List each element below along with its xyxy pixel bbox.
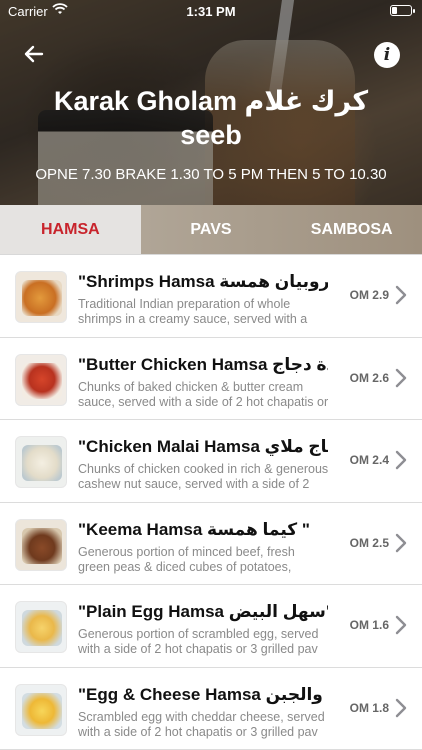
battery-icon xyxy=(390,5,415,16)
chevron-right-icon xyxy=(395,368,407,387)
tab-hamsa[interactable]: HAMSA xyxy=(0,205,141,255)
dish-thumbnail xyxy=(15,601,67,653)
clock: 1:31 PM xyxy=(186,4,236,19)
menu-item-butter-chicken-hamsa[interactable]: "Butter Chicken Hamsa زبدة دجاج" Chunks … xyxy=(0,337,422,420)
item-price: OM 1.8 xyxy=(349,700,389,715)
opening-hours: OPNE 7.30 BRAKE 1.30 TO 5 PM THEN 5 TO 1… xyxy=(35,166,387,183)
chevron-right-icon xyxy=(395,285,407,305)
dish-thumbnail xyxy=(15,683,67,736)
item-price: OM 1.6 xyxy=(349,618,389,632)
tab-label: HAMSA xyxy=(41,221,100,238)
back-button[interactable] xyxy=(20,40,48,68)
item-description: Scrambled egg with cheddar cheese, serve… xyxy=(78,709,325,739)
menu-list: "Shrimps Hamsa روبيان همسة" Traditional … xyxy=(0,255,422,750)
info-icon: i xyxy=(383,45,391,65)
item-name: "Shrimps Hamsa روبيان همسة" xyxy=(78,272,328,291)
chevron-right-icon xyxy=(395,615,407,635)
menu-item-chicken-malai-hamsa[interactable]: "Chicken Malai Hamsa دجاج ملاي" Chunks o… xyxy=(0,420,422,503)
status-bar: Carrier 1:31 PM xyxy=(0,0,422,22)
item-name: "Plain Egg Hamsa سهل البيض" xyxy=(78,602,328,621)
item-name: "Keema Hamsa كيما همسة " xyxy=(78,519,310,539)
item-description: Generous portion of scrambled egg, serve… xyxy=(78,627,319,656)
item-description: Chunks of baked chicken & butter cream s… xyxy=(78,379,329,409)
item-price: OM 2.6 xyxy=(349,370,389,385)
arrow-left-icon xyxy=(24,45,44,63)
menu-item-keema-hamsa[interactable]: "Keema Hamsa كيما همسة " Generous portio… xyxy=(0,502,422,585)
dish-thumbnail xyxy=(15,271,67,323)
item-price: OM 2.5 xyxy=(349,535,389,550)
item-price: OM 2.9 xyxy=(349,288,389,302)
item-name: "Butter Chicken Hamsa زبدة دجاج" xyxy=(78,354,328,374)
dish-thumbnail xyxy=(15,518,67,571)
chevron-right-icon xyxy=(395,450,407,470)
menu-item-egg-cheese-hamsa[interactable]: "Egg & Cheese Hamsa البيض والجبن" Scramb… xyxy=(0,667,422,750)
tab-label: PAVS xyxy=(190,221,232,238)
item-description: Traditional Indian preparation of whole … xyxy=(78,297,308,326)
info-button[interactable]: i xyxy=(374,42,400,68)
chevron-right-icon xyxy=(395,698,407,717)
dish-thumbnail xyxy=(15,436,67,488)
menu-item-plain-egg-hamsa[interactable]: "Plain Egg Hamsa سهل البيض" Generous por… xyxy=(0,585,422,668)
item-description: Chunks of chicken cooked in rich & gener… xyxy=(78,462,329,491)
item-price: OM 2.4 xyxy=(349,453,389,467)
item-description: Generous portion of minced beef, fresh g… xyxy=(78,544,295,574)
item-name: "Chicken Malai Hamsa دجاج ملاي" xyxy=(78,437,328,456)
tab-pavs[interactable]: PAVS xyxy=(141,205,282,255)
chevron-right-icon xyxy=(395,533,407,552)
dish-thumbnail xyxy=(15,353,67,406)
tab-sambosa[interactable]: SAMBOSA xyxy=(281,205,422,255)
item-name: "Egg & Cheese Hamsa البيض والجبن" xyxy=(78,684,328,704)
tab-label: SAMBOSA xyxy=(310,221,393,238)
restaurant-title: Karak Gholam كرك غلام seeb xyxy=(53,86,369,150)
category-tabs: HAMSA PAVS SAMBOSA xyxy=(0,205,422,255)
menu-item-shrimps-hamsa[interactable]: "Shrimps Hamsa روبيان همسة" Traditional … xyxy=(0,255,422,338)
